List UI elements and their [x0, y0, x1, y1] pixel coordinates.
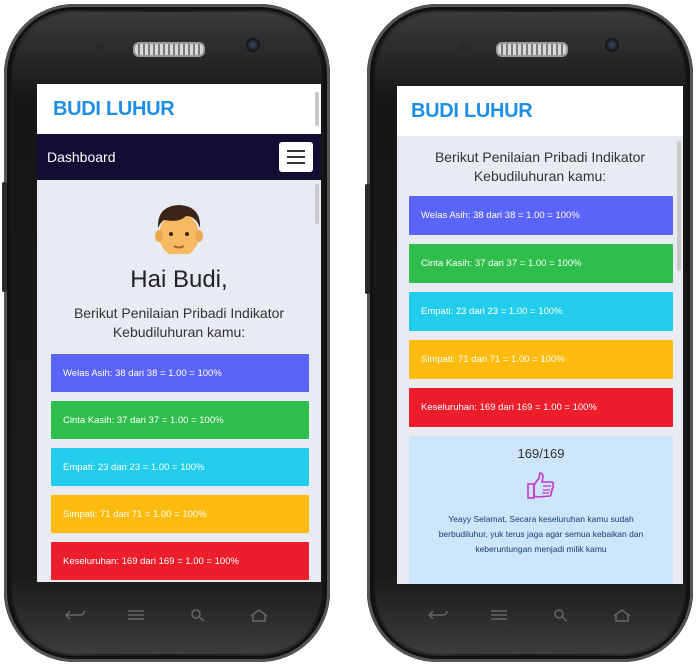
nav-title[interactable]: Dashboard — [47, 149, 116, 165]
front-camera — [605, 38, 619, 52]
section-heading: Berikut Penilaian Pribadi Indikator Kebu… — [434, 149, 646, 184]
scrollbar-thumb[interactable] — [677, 141, 681, 271]
menu-icon[interactable] — [125, 608, 147, 622]
score-bar-simpati: Simpati: 71 dari 71 = 1.00 = 100% — [51, 495, 309, 533]
phone-right: BUDI LUHUR Berikut Penilaian Pribadi Ind… — [365, 4, 693, 662]
back-icon[interactable] — [427, 608, 449, 622]
thumbs-up-icon — [527, 472, 555, 499]
brand-logo[interactable]: BUDI LUHUR — [53, 98, 175, 121]
front-camera — [246, 38, 260, 52]
back-icon[interactable] — [64, 608, 86, 622]
hardware-keys — [4, 604, 330, 626]
result-card: 169/169 Yeayy Selamat, Secara keseluruha… — [409, 436, 673, 584]
side-button — [365, 184, 370, 294]
score-bar-keseluruhan: Keseluruhan: 169 dari 169 = 1.00 = 100% — [51, 542, 309, 580]
score-bar-keseluruhan: Keseluruhan: 169 dari 169 = 1.00 = 100% — [409, 388, 673, 427]
scrollbar-thumb[interactable] — [315, 184, 319, 224]
hardware-keys — [367, 604, 693, 626]
menu-icon[interactable] — [488, 608, 510, 622]
result-message: Yeayy Selamat, Secara keseluruhan kamu s… — [438, 514, 644, 554]
greeting-text: Hai Budi, — [130, 266, 228, 293]
navbar: Dashboard — [37, 134, 321, 180]
proximity-sensor — [96, 42, 104, 50]
score-bar-welas-asih: Welas Asih: 38 dari 38 = 1.00 = 100% — [409, 196, 673, 235]
score-bar-welas-asih: Welas Asih: 38 dari 38 = 1.00 = 100% — [51, 354, 309, 392]
brand-logo[interactable]: BUDI LUHUR — [411, 100, 533, 123]
total-score: 169/169 — [517, 446, 565, 461]
score-bar-empati: Empati: 23 dari 23 = 1.00 = 100% — [51, 448, 309, 486]
screen-right: BUDI LUHUR Berikut Penilaian Pribadi Ind… — [397, 86, 683, 584]
proximity-sensor — [459, 42, 467, 50]
score-bar-cinta-kasih: Cinta Kasih: 37 dari 37 = 1.00 = 100% — [51, 401, 309, 439]
scrollbar-top[interactable] — [315, 92, 319, 126]
score-bar-cinta-kasih: Cinta Kasih: 37 dari 37 = 1.00 = 100% — [409, 244, 673, 283]
score-bar-empati: Empati: 23 dari 23 = 1.00 = 100% — [409, 292, 673, 331]
home-icon[interactable] — [611, 608, 633, 622]
search-icon[interactable] — [187, 608, 209, 622]
home-icon[interactable] — [248, 608, 270, 622]
screen-left: BUDI LUHUR Dashboard Hai Budi, Berikut P… — [37, 84, 321, 582]
side-button — [2, 182, 7, 292]
brand-bar: BUDI LUHUR — [397, 86, 683, 136]
earpiece-speaker — [133, 42, 205, 57]
section-heading: Berikut Penilaian Pribadi Indikator Kebu… — [73, 305, 285, 340]
hamburger-icon[interactable] — [279, 142, 313, 172]
phone-left: BUDI LUHUR Dashboard Hai Budi, Berikut P… — [2, 4, 330, 662]
search-icon[interactable] — [550, 608, 572, 622]
score-bar-simpati: Simpati: 71 dari 71 = 1.00 = 100% — [409, 340, 673, 379]
boy-avatar-icon — [150, 198, 208, 264]
brand-bar: BUDI LUHUR — [37, 84, 321, 134]
earpiece-speaker — [496, 42, 568, 57]
